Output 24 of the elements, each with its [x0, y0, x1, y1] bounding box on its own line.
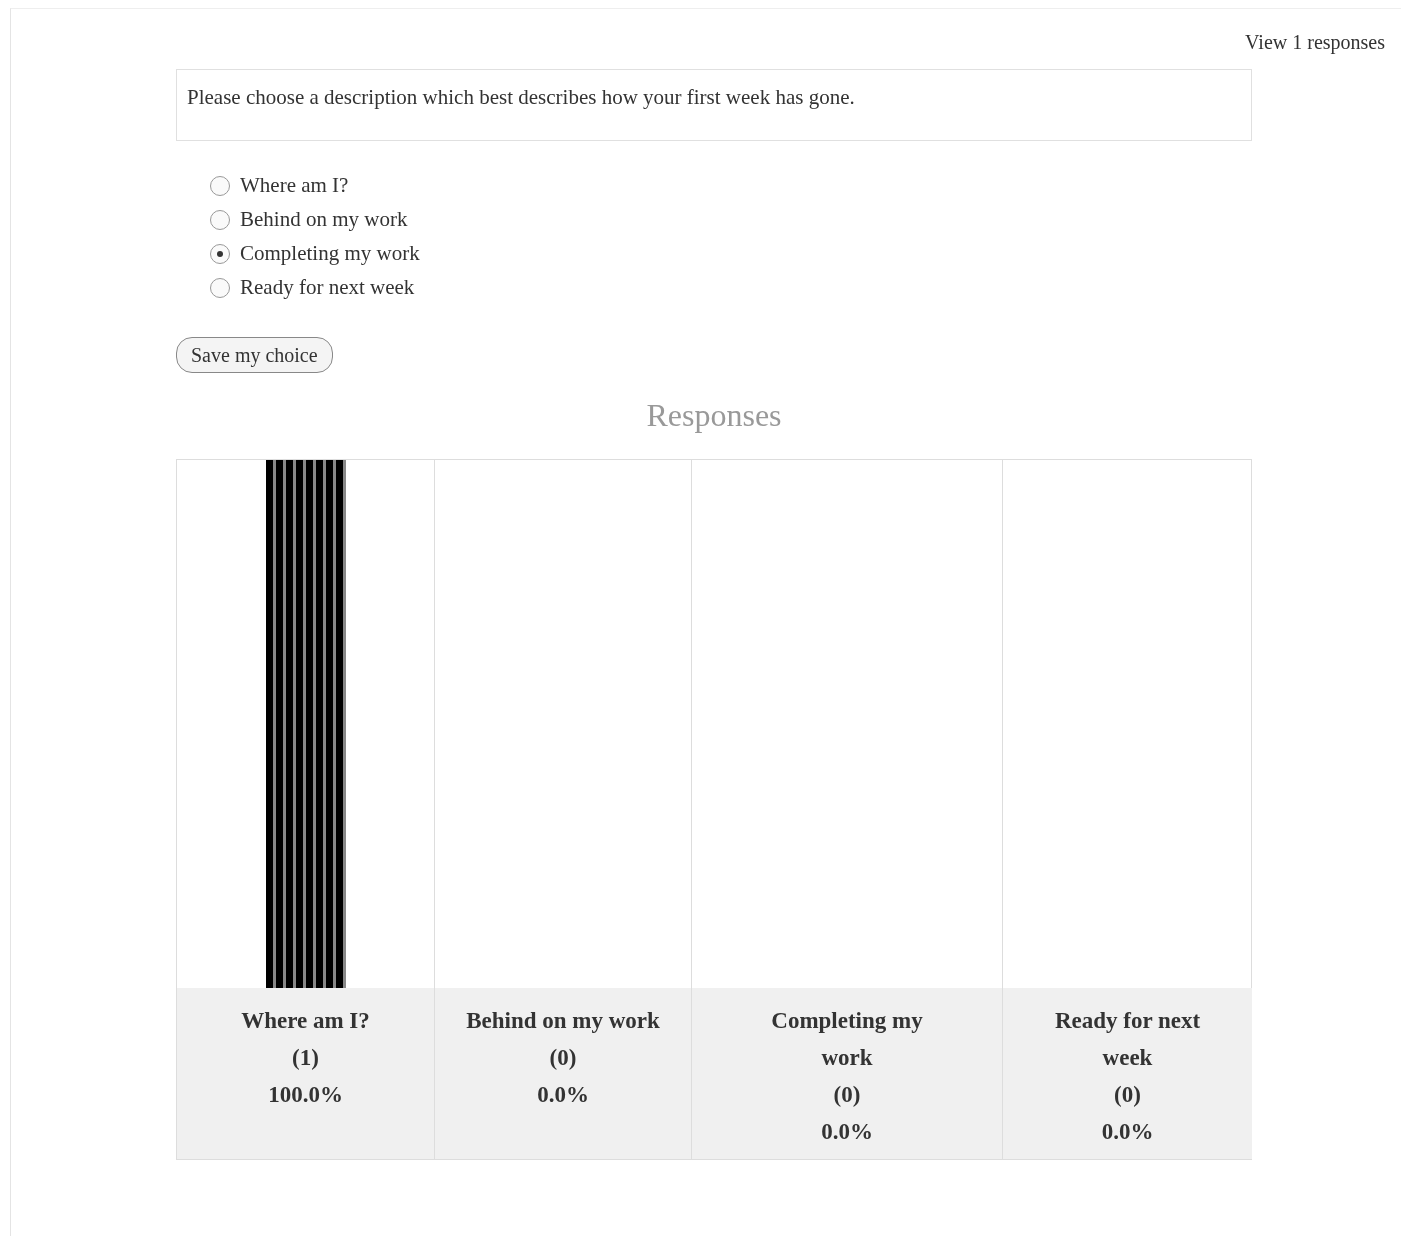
question-text: Please choose a description which best describes how your first week has gone. [176, 69, 1252, 141]
option-label[interactable]: Ready for next week [240, 271, 415, 304]
save-choice-button[interactable]: Save my choice [176, 336, 333, 373]
result-count: (0) [833, 1080, 861, 1109]
result-label: Where am I? [241, 1006, 370, 1035]
result-percent: 0.0% [821, 1117, 873, 1146]
radio-button[interactable] [210, 243, 230, 264]
option-label[interactable]: Behind on my work [240, 203, 408, 236]
radio-button[interactable] [210, 277, 230, 298]
radio-button[interactable] [210, 209, 230, 230]
view-responses-link[interactable]: View 1 responses [1245, 27, 1385, 57]
result-count: (0) [1114, 1080, 1141, 1109]
result-percent: 100.0% [268, 1080, 343, 1109]
result-count: (0) [549, 1043, 577, 1072]
result-label: Behind on my work [466, 1006, 660, 1035]
option-label[interactable]: Completing my work [240, 237, 420, 270]
result-label: Ready for next week [1053, 1006, 1202, 1072]
result-percent: 0.0% [537, 1080, 589, 1109]
option-label[interactable]: Where am I? [240, 169, 349, 202]
result-percent: 0.0% [1101, 1117, 1154, 1146]
result-count: (1) [292, 1043, 319, 1072]
responses-heading: Responses [645, 395, 783, 435]
radio-button[interactable] [210, 175, 230, 196]
result-label: Completing my work [770, 1006, 924, 1072]
